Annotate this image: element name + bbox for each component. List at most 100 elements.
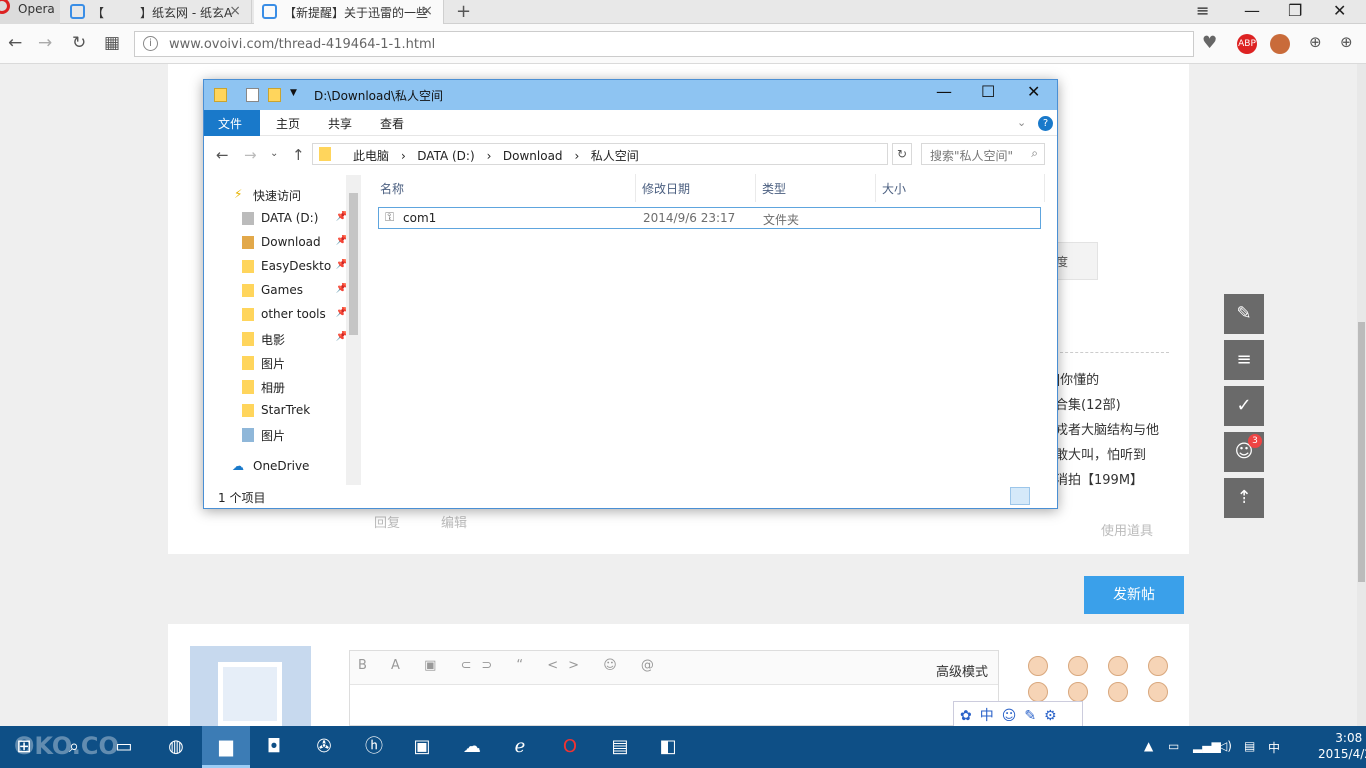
column-header-modified[interactable]: 修改日期 xyxy=(642,180,690,197)
properties-icon[interactable] xyxy=(246,88,259,102)
list-menu-icon[interactable]: ≡ xyxy=(1224,340,1264,380)
close-tab-icon[interactable]: × xyxy=(229,3,241,19)
nav-pane-scrollbar[interactable] xyxy=(346,175,361,485)
emoji-icon[interactable] xyxy=(1148,682,1168,702)
network-icon[interactable]: ▭ xyxy=(1168,739,1179,753)
new-folder-icon[interactable] xyxy=(268,88,281,102)
back-arrow-icon[interactable]: ← xyxy=(8,33,22,53)
reply-link[interactable]: 回复 xyxy=(374,512,400,531)
video-reel-icon[interactable]: ✇ xyxy=(300,726,348,768)
emoji-icon[interactable] xyxy=(1108,656,1128,676)
edit-icon[interactable]: ✎ xyxy=(1224,294,1264,334)
minimize-button[interactable]: — xyxy=(936,82,952,101)
emoji-icon[interactable] xyxy=(1028,682,1048,702)
emoji-icon[interactable] xyxy=(1028,656,1048,676)
speed-dial-grid-icon[interactable]: ▦ xyxy=(104,33,120,53)
search-icon[interactable]: ⌕ xyxy=(50,726,98,768)
opera-menu-button[interactable]: Opera xyxy=(0,0,60,24)
browser-tab[interactable]: 【 】纸玄网 - 纸玄A × xyxy=(62,0,252,24)
minimize-button[interactable]: — xyxy=(1244,1,1260,20)
store-icon[interactable]: ◘ xyxy=(250,726,298,768)
nav-item-easydesktop[interactable]: EasyDeskto 📌 xyxy=(240,259,348,273)
tray-expand-icon[interactable]: ▲ xyxy=(1144,739,1153,753)
column-header-name[interactable]: 名称 xyxy=(380,180,404,197)
nav-item-pictures-library[interactable]: 图片 xyxy=(240,427,348,444)
search-icon[interactable]: ⌕ xyxy=(1031,146,1038,161)
message-icon[interactable]: ▤ xyxy=(1244,739,1255,753)
nav-item-album[interactable]: 相册 xyxy=(240,379,348,396)
nav-item-data-drive[interactable]: DATA (D:) 📌 xyxy=(240,211,348,225)
tab-share[interactable]: 共享 xyxy=(314,110,366,136)
up-arrow-icon[interactable]: ↑ xyxy=(292,146,305,164)
tab-file[interactable]: 文件 xyxy=(204,110,260,136)
heart-bookmark-icon[interactable]: ♥ xyxy=(1202,33,1217,53)
search-input[interactable]: 搜索"私人空间" ⌕ xyxy=(921,143,1045,165)
forward-arrow-icon[interactable]: → xyxy=(38,33,52,53)
nav-item-pictures[interactable]: 图片 xyxy=(240,355,348,372)
explorer-title-bar[interactable]: ▼ D:\Download\私人空间 — ☐ ✕ xyxy=(204,80,1057,110)
opera-browser-icon[interactable]: O xyxy=(546,726,594,768)
breadcrumb-item[interactable]: 此电脑 xyxy=(353,149,389,163)
column-header-size[interactable]: 大小 xyxy=(882,180,906,197)
nav-item-games[interactable]: Games 📌 xyxy=(240,283,348,297)
nav-item-movies[interactable]: 电影 📌 xyxy=(240,331,348,348)
ime-mode-label[interactable]: 中 xyxy=(980,708,1002,724)
large-icons-view-icon[interactable] xyxy=(1033,487,1053,505)
breadcrumb[interactable]: 此电脑 › DATA (D:) › Download › 私人空间 xyxy=(312,143,888,165)
nav-item-download[interactable]: Download 📌 xyxy=(240,235,348,249)
site-info-icon[interactable]: i xyxy=(143,36,158,51)
adblock-plus-icon[interactable]: ABP xyxy=(1237,34,1257,54)
maximize-button[interactable]: ☐ xyxy=(981,82,995,101)
notes-app-icon[interactable]: ◧ xyxy=(644,726,692,768)
maximize-button[interactable]: ❐ xyxy=(1288,1,1302,20)
back-arrow-icon[interactable]: ← xyxy=(216,146,229,164)
cloud-drive-icon[interactable]: ☁ xyxy=(448,726,496,768)
nav-item-startrek[interactable]: StarTrek xyxy=(240,403,348,417)
scroll-thumb[interactable] xyxy=(349,193,358,335)
emoji-icon[interactable] xyxy=(1068,656,1088,676)
close-window-button[interactable]: ✕ xyxy=(1333,1,1346,20)
archive-app-icon[interactable]: ▤ xyxy=(596,726,644,768)
emoji-icon[interactable] xyxy=(1108,682,1128,702)
forward-arrow-icon[interactable]: → xyxy=(244,146,257,164)
emoji-icon[interactable] xyxy=(1068,682,1088,702)
download-icon[interactable]: ⊕ xyxy=(1309,33,1322,51)
help-icon[interactable]: ? xyxy=(1038,116,1053,131)
edit-link[interactable]: 编辑 xyxy=(441,512,467,531)
editor-toolbar[interactable]: B A ▣ ⊂⊃ “ <> ☺ @ 高级模式 xyxy=(350,651,998,685)
new-post-button[interactable]: 发新帖 xyxy=(1084,576,1184,614)
system-clock[interactable]: 3:08 2015/4/25 xyxy=(1318,730,1366,762)
back-to-top-icon[interactable]: ⇡ xyxy=(1224,478,1264,518)
input-method-label[interactable]: 中 xyxy=(1268,739,1280,756)
breadcrumb-item[interactable]: 私人空间 xyxy=(591,149,639,163)
tab-view[interactable]: 查看 xyxy=(366,110,418,136)
remote-app-icon[interactable]: ▣ xyxy=(398,726,446,768)
use-tools-link[interactable]: 使用道具 xyxy=(1101,520,1153,539)
internet-explorer-icon[interactable]: ℯ xyxy=(496,726,544,768)
reply-editor[interactable]: B A ▣ ⊂⊃ “ <> ☺ @ 高级模式 xyxy=(349,650,999,726)
nav-item-onedrive[interactable]: ☁ OneDrive xyxy=(232,459,340,473)
nav-item-other-tools[interactable]: other tools 📌 xyxy=(240,307,348,321)
task-view-icon[interactable]: ▭ xyxy=(100,726,148,768)
advanced-mode-link[interactable]: 高级模式 xyxy=(936,661,988,680)
nav-item-quick-access[interactable]: ⚡ 快速访问 xyxy=(232,187,340,204)
tab-menu-icon[interactable]: ≡ xyxy=(1196,1,1209,20)
network-globe-icon[interactable]: ◍ xyxy=(152,726,200,768)
file-explorer-taskbar-icon[interactable]: ▆ xyxy=(202,726,250,768)
tab-home[interactable]: 主页 xyxy=(262,110,314,136)
reload-icon[interactable]: ↻ xyxy=(72,33,86,53)
quick-access-dropdown-icon[interactable]: ▼ xyxy=(290,88,297,98)
editor-toolbar-icons[interactable]: B A ▣ ⊂⊃ “ <> ☺ @ xyxy=(358,658,664,673)
breadcrumb-item[interactable]: DATA (D:) xyxy=(417,149,474,163)
breadcrumb-item[interactable]: Download xyxy=(503,149,563,163)
column-header-type[interactable]: 类型 xyxy=(762,180,786,197)
close-tab-icon[interactable]: × xyxy=(421,3,433,19)
signal-icon[interactable]: ▂▄▆ xyxy=(1193,739,1221,753)
close-button[interactable]: ✕ xyxy=(1027,82,1040,101)
new-tab-button[interactable]: + xyxy=(456,1,471,22)
hp-icon[interactable]: ⓗ xyxy=(350,726,398,768)
ime-toolbar[interactable]: ✿中☺✎⚙ xyxy=(953,701,1083,727)
volume-icon[interactable]: ◁) xyxy=(1218,739,1232,753)
refresh-icon[interactable]: ↻ xyxy=(892,143,912,165)
sign-in-calendar-icon[interactable]: ✓ xyxy=(1224,386,1264,426)
